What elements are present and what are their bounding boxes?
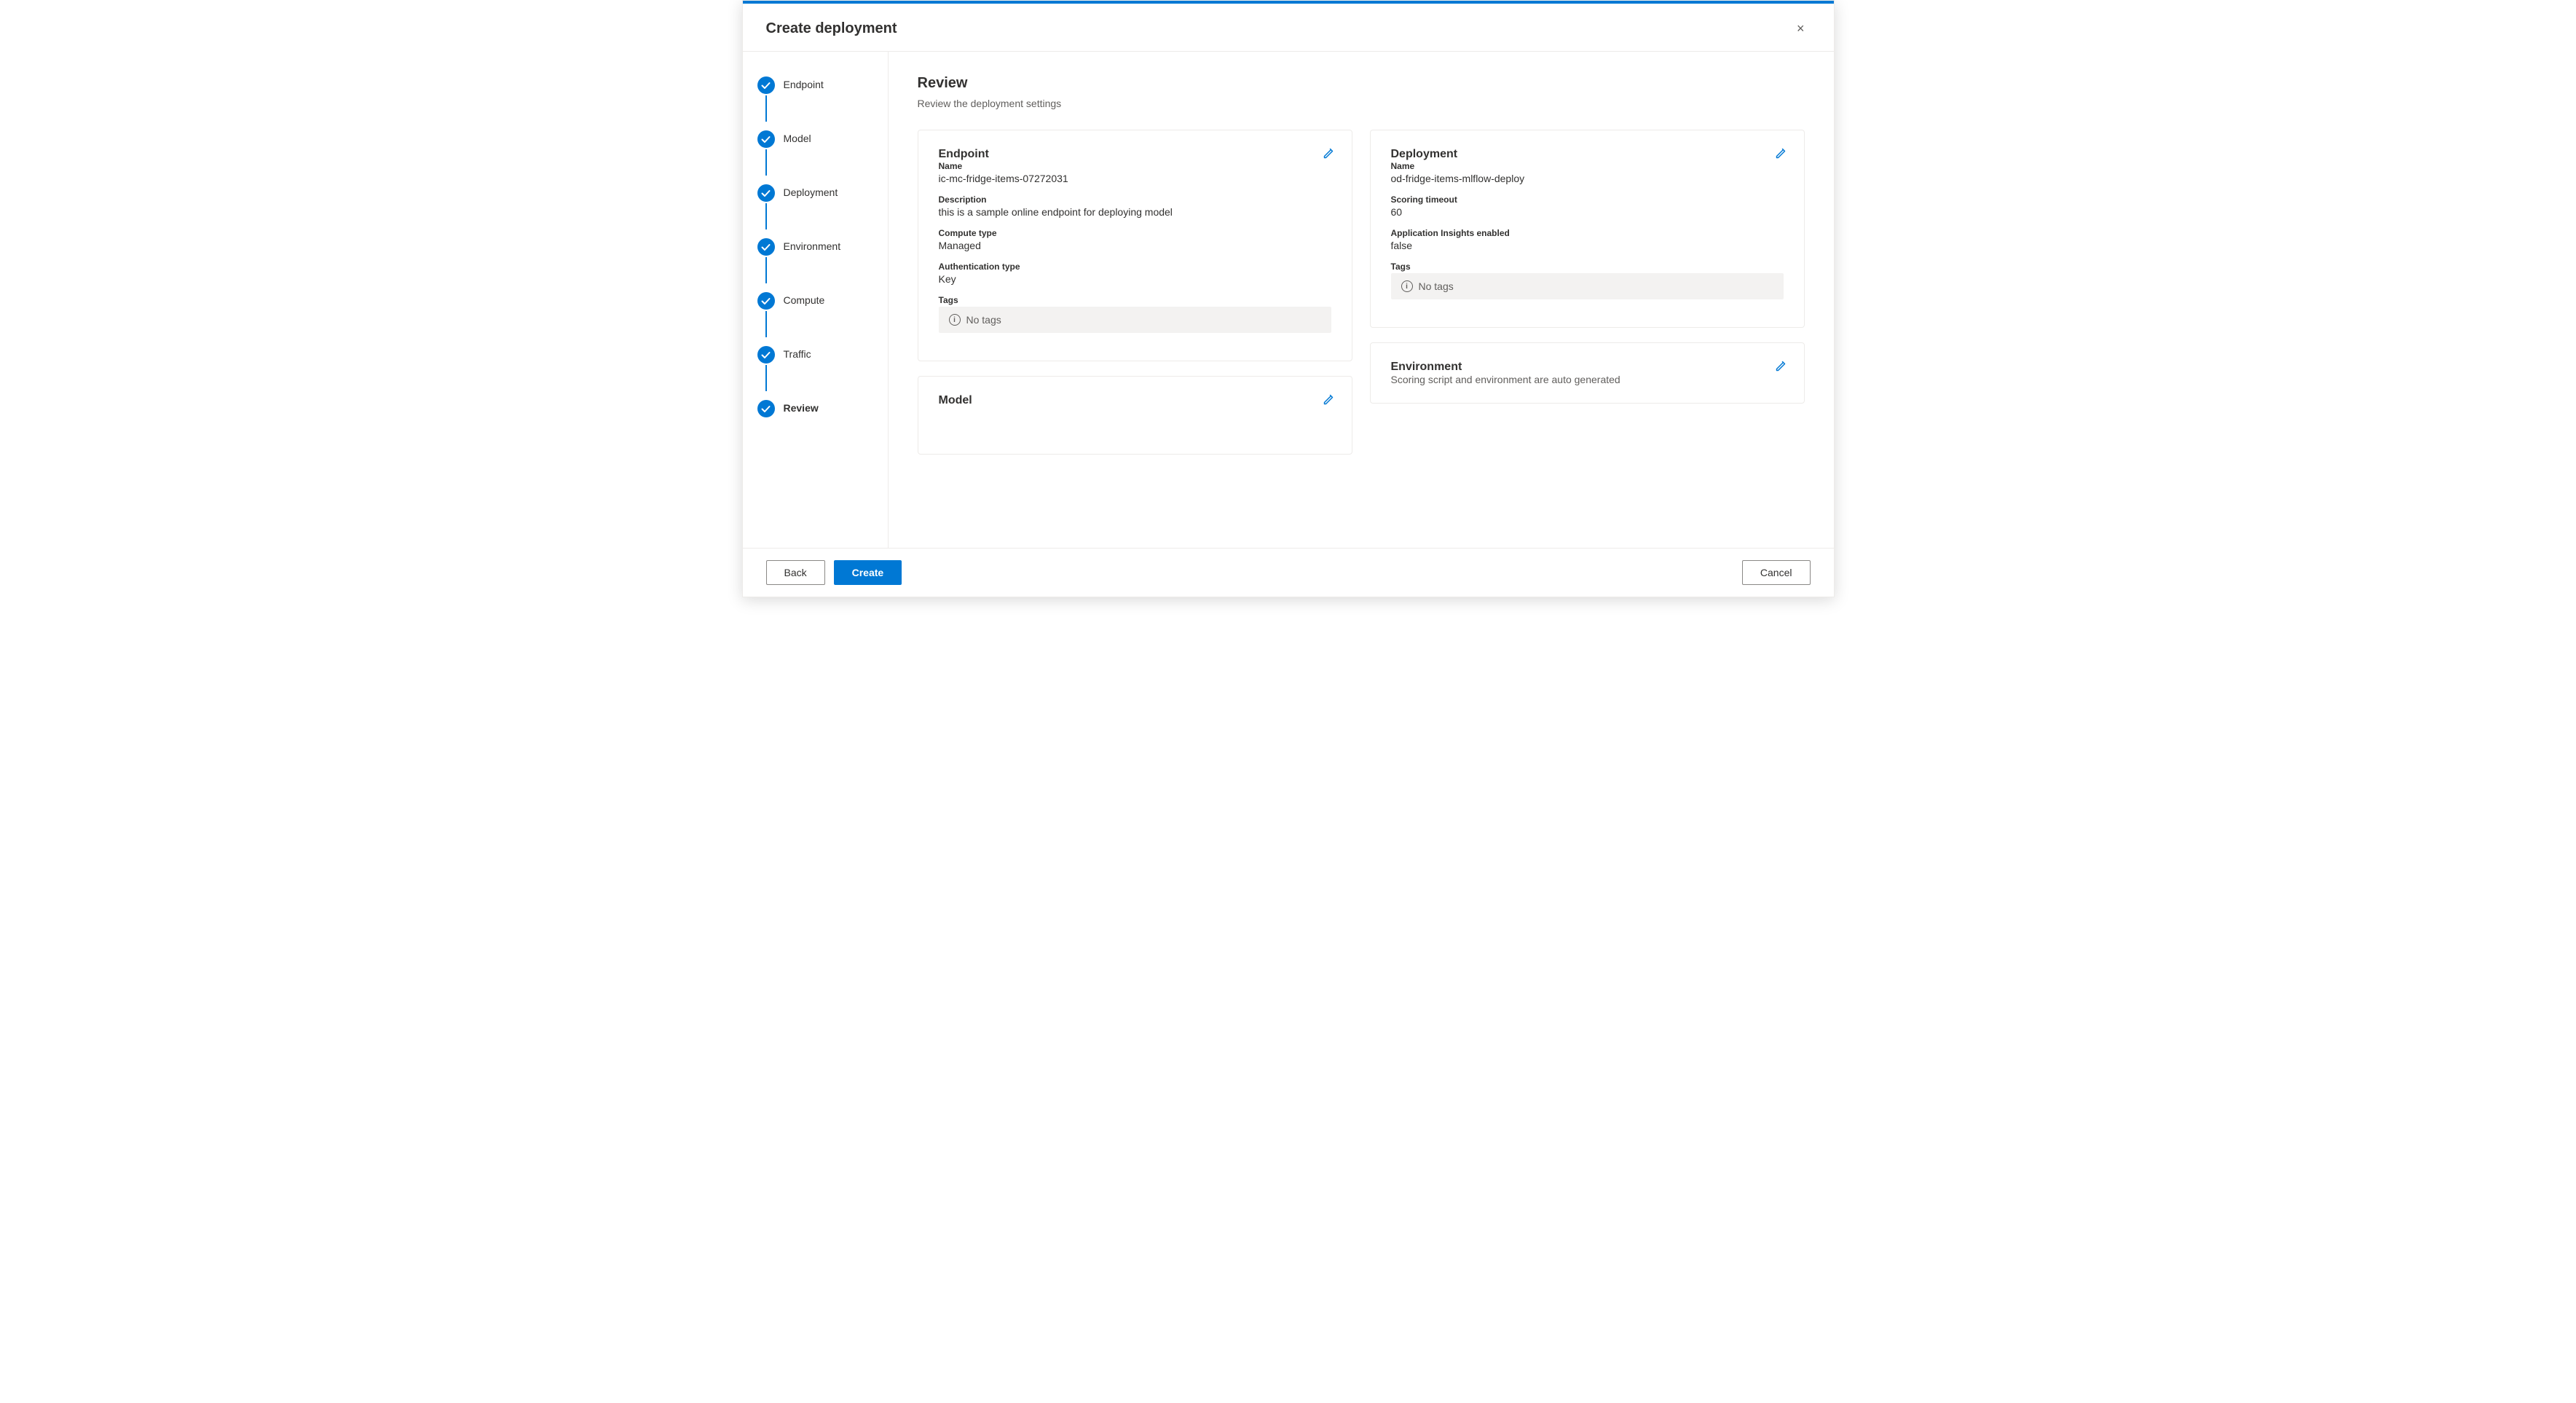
step-label-compute: Compute [784,292,825,306]
deployment-tags-box: i No tags [1391,273,1784,299]
deployment-scoring-timeout-value: 60 [1391,206,1784,218]
review-title: Review [918,75,1805,92]
sidebar-item-compute[interactable]: Compute [743,288,888,342]
endpoint-edit-button[interactable] [1320,145,1337,165]
review-subtitle: Review the deployment settings [918,98,1805,109]
endpoint-auth-type-field: Authentication type Key [939,262,1331,285]
step-connector-traffic [765,365,767,391]
dialog-title: Create deployment [766,20,897,37]
step-label-review: Review [784,400,819,414]
sidebar-item-endpoint[interactable]: Endpoint [743,72,888,126]
deployment-name-label: Name [1391,161,1784,171]
endpoint-compute-type-label: Compute type [939,228,1331,238]
left-card-column: Endpoint Name ic-mc-fridge-items-0727203… [918,130,1352,455]
endpoint-tags-box: i No tags [939,307,1331,333]
main-content: Review Review the deployment settings En… [889,52,1834,548]
create-button[interactable]: Create [834,560,902,585]
deployment-no-tags-text: No tags [1419,280,1454,292]
deployment-tags-info-icon: i [1401,280,1413,292]
endpoint-card: Endpoint Name ic-mc-fridge-items-0727203… [918,130,1352,361]
deployment-tags-field: Tags i No tags [1391,262,1784,299]
step-circle-compute [757,292,775,310]
step-label-endpoint: Endpoint [784,76,824,90]
step-circle-endpoint [757,76,775,94]
endpoint-name-value: ic-mc-fridge-items-07272031 [939,173,1331,184]
deployment-scoring-timeout-label: Scoring timeout [1391,194,1784,205]
cancel-button[interactable]: Cancel [1742,560,1811,585]
step-connector-endpoint [765,95,767,122]
endpoint-auth-type-label: Authentication type [939,262,1331,272]
review-heading: Review Review the deployment settings [918,75,1805,109]
back-button[interactable]: Back [766,560,825,585]
dialog-body: Endpoint Model [743,52,1834,548]
step-circle-environment [757,238,775,256]
environment-card: Environment Scoring script and environme… [1370,342,1805,404]
step-connector-deployment [765,203,767,229]
sidebar-item-deployment[interactable]: Deployment [743,180,888,234]
endpoint-compute-type-field: Compute type Managed [939,228,1331,251]
deployment-name-field: Name od-fridge-items-mlflow-deploy [1391,161,1784,184]
sidebar-item-review[interactable]: Review [743,396,888,422]
endpoint-description-value: this is a sample online endpoint for dep… [939,206,1331,218]
deployment-app-insights-value: false [1391,240,1784,251]
step-label-deployment: Deployment [784,184,838,198]
environment-edit-button[interactable] [1772,358,1789,378]
deployment-app-insights-label: Application Insights enabled [1391,228,1784,238]
environment-card-title: Environment [1391,361,1462,373]
endpoint-tags-field: Tags i No tags [939,295,1331,333]
deployment-name-value: od-fridge-items-mlflow-deploy [1391,173,1784,184]
deployment-app-insights-field: Application Insights enabled false [1391,228,1784,251]
deployment-edit-button[interactable] [1772,145,1789,165]
step-connector-model [765,149,767,176]
endpoint-card-title: Endpoint [939,148,989,160]
step-circle-model [757,130,775,148]
endpoint-name-field: Name ic-mc-fridge-items-07272031 [939,161,1331,184]
step-circle-deployment [757,184,775,202]
close-button[interactable]: × [1791,18,1811,39]
cards-row: Endpoint Name ic-mc-fridge-items-0727203… [918,130,1805,455]
endpoint-compute-type-value: Managed [939,240,1331,251]
sidebar-item-model[interactable]: Model [743,126,888,180]
dialog-footer: Back Create Cancel [743,548,1834,597]
deployment-tags-label: Tags [1391,262,1784,272]
deployment-card-title: Deployment [1391,148,1458,160]
model-card: Model [918,376,1352,455]
endpoint-description-field: Description this is a sample online endp… [939,194,1331,218]
create-deployment-dialog: Create deployment × Endpoint [742,0,1835,597]
step-label-traffic: Traffic [784,346,811,360]
sidebar-item-traffic[interactable]: Traffic [743,342,888,396]
model-card-title: Model [939,394,972,406]
deployment-scoring-timeout-field: Scoring timeout 60 [1391,194,1784,218]
step-connector-compute [765,311,767,337]
model-card-content [939,407,1331,436]
endpoint-tags-label: Tags [939,295,1331,305]
dialog-header: Create deployment × [743,4,1834,52]
environment-description: Scoring script and environment are auto … [1391,374,1784,385]
endpoint-description-label: Description [939,194,1331,205]
endpoint-no-tags-text: No tags [966,314,1001,326]
right-card-column: Deployment Name od-fridge-items-mlflow-d… [1370,130,1805,455]
model-edit-button[interactable] [1320,391,1337,412]
sidebar-item-environment[interactable]: Environment [743,234,888,288]
sidebar: Endpoint Model [743,52,889,548]
step-circle-review [757,400,775,417]
step-label-environment: Environment [784,238,841,252]
step-connector-environment [765,257,767,283]
step-label-model: Model [784,130,811,144]
endpoint-tags-info-icon: i [949,314,961,326]
step-circle-traffic [757,346,775,363]
deployment-card: Deployment Name od-fridge-items-mlflow-d… [1370,130,1805,328]
endpoint-name-label: Name [939,161,1331,171]
endpoint-auth-type-value: Key [939,273,1331,285]
